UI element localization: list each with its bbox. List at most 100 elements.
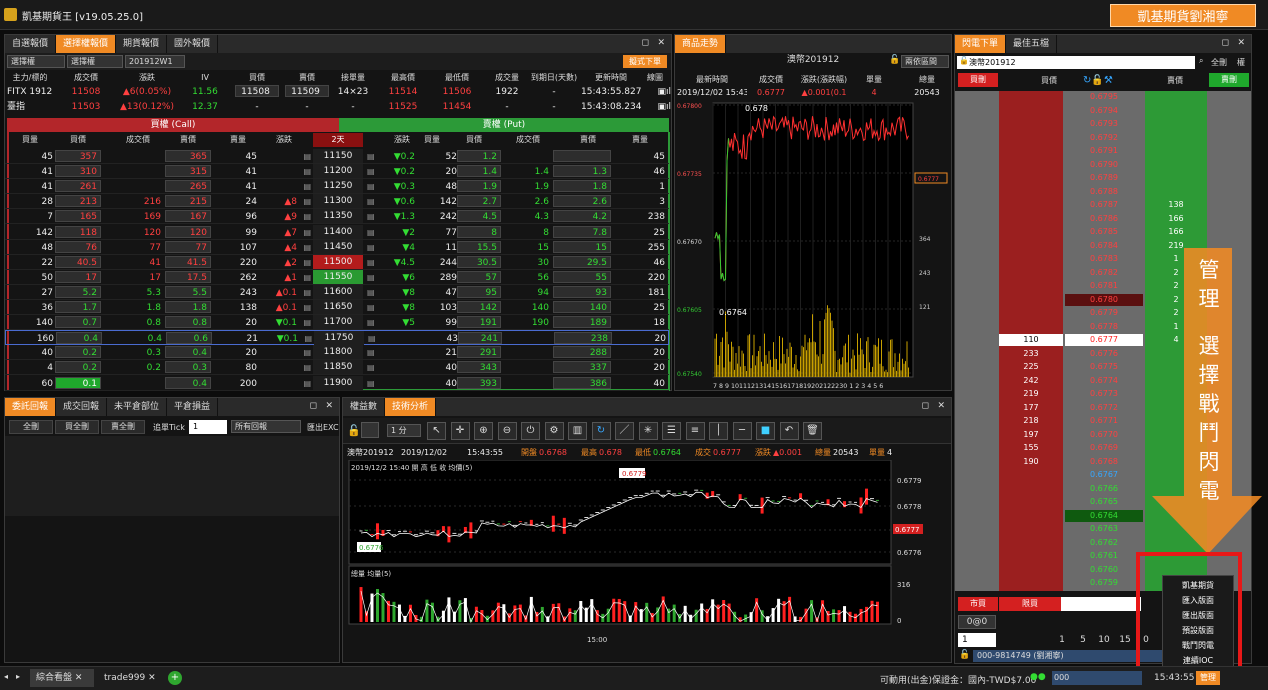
order-icon[interactable]: ▤ xyxy=(301,226,311,240)
table-row[interactable]: 45 357 365 45 11150 ▼0.2 52 1.2 45 ▤ ▤ xyxy=(5,149,669,164)
bid-qty[interactable]: 197 xyxy=(999,429,1063,441)
chain-cell[interactable]: 8 xyxy=(457,225,501,238)
channel-icon[interactable]: ≡ xyxy=(685,422,705,440)
tab-order-0[interactable]: 閃電下單 xyxy=(955,35,1007,53)
chain-cell[interactable]: 77 xyxy=(165,240,211,253)
chain-cell[interactable]: 213 xyxy=(55,195,101,208)
ladder-price[interactable]: 0.6759 xyxy=(1065,577,1143,589)
order-icon[interactable]: ▤ xyxy=(301,346,311,360)
chain-cell[interactable]: 393 xyxy=(457,376,501,389)
tab-quote-0[interactable]: 自選報價 xyxy=(5,35,57,53)
order-icon[interactable]: ▤ xyxy=(367,286,377,300)
ladder-price[interactable]: 0.6779 xyxy=(1065,307,1143,319)
ladder-price[interactable]: 0.6784 xyxy=(1065,240,1143,252)
bid-qty[interactable]: 219 xyxy=(999,388,1063,400)
chain-cell[interactable]: 386 xyxy=(553,376,611,389)
chain-cell[interactable]: 17 xyxy=(55,270,101,283)
export-button[interactable]: 匯出EXC xyxy=(307,422,339,433)
chain-cell[interactable]: 0.3 xyxy=(165,361,211,374)
type-select[interactable]: 選擇權 xyxy=(7,55,65,68)
menu-item[interactable]: 凱基期貨 xyxy=(1163,578,1233,593)
chain-cell[interactable]: 5.5 xyxy=(165,285,211,298)
chain-cell[interactable]: 2.6 xyxy=(553,195,611,208)
order-icon[interactable]: ▤ xyxy=(301,256,311,270)
tab-order-1[interactable]: 最佳五檔 xyxy=(1006,35,1058,53)
strike-price[interactable]: 11700 xyxy=(313,315,363,330)
bid-qty[interactable]: 110 xyxy=(999,334,1063,346)
chain-cell[interactable]: 0.6 xyxy=(166,332,212,345)
ladder-price[interactable]: 0.6761 xyxy=(1065,550,1143,562)
entrust-button[interactable]: 賣全刪 xyxy=(101,420,145,434)
strike-price[interactable]: 11750 xyxy=(314,331,364,346)
chain-cell[interactable]: 93 xyxy=(553,285,611,298)
bid-qty[interactable]: 218 xyxy=(999,415,1063,427)
chain-cell[interactable]: 30.5 xyxy=(457,255,501,268)
ladder-price[interactable]: 0.6790 xyxy=(1065,159,1143,171)
gear-icon[interactable]: ⚙ xyxy=(544,422,564,440)
limit-buy-button[interactable]: 限買 xyxy=(999,597,1061,611)
market-buy-button[interactable]: 市買 xyxy=(958,597,998,611)
order-icon[interactable]: ▤ xyxy=(301,271,311,285)
ladder-price[interactable]: 0.6774 xyxy=(1065,375,1143,387)
table-row[interactable]: 7 165 169 167 96 ▲9 11350 ▼1.3 242 4.5 4.3 4.2 238 ▤ ▤ xyxy=(5,209,669,225)
ladder-price[interactable]: 0.6792 xyxy=(1065,132,1143,144)
close-icon[interactable]: ✕ xyxy=(325,401,333,411)
ladder-price[interactable]: 0.6765 xyxy=(1065,496,1143,508)
close-icon[interactable]: ✕ xyxy=(1237,38,1245,48)
period-select[interactable]: 1 分 xyxy=(387,424,421,437)
chain-cell[interactable]: 0.2 xyxy=(55,346,101,359)
chain-cell[interactable] xyxy=(553,150,611,162)
table-row[interactable]: 60 0.1 0.4 200 11900 40 393 386 40 ▤ ▤ xyxy=(5,375,669,391)
order-icon[interactable]: ▤ xyxy=(367,377,377,391)
color-icon[interactable]: ■ xyxy=(756,422,775,440)
strike-price[interactable]: 11350 xyxy=(313,209,363,224)
ladder-price[interactable]: 0.6795 xyxy=(1065,91,1143,103)
chain-cell[interactable]: 118 xyxy=(55,225,101,238)
ladder-price[interactable]: 0.6773 xyxy=(1065,388,1143,400)
ladder-price[interactable]: 0.6787 xyxy=(1065,199,1143,211)
chain-cell[interactable]: 95 xyxy=(457,285,501,298)
cancel-all-button[interactable]: 全刪 xyxy=(1211,57,1227,68)
order-icon[interactable]: ▤ xyxy=(367,256,377,270)
chain-cell[interactable]: 55 xyxy=(553,270,611,283)
maximize-icon[interactable]: ◻ xyxy=(1222,38,1229,48)
search-icon[interactable]: ⌕ xyxy=(1199,56,1203,66)
chart-icon[interactable]: ▣ıl xyxy=(647,100,671,114)
table-row[interactable]: 27 5.2 5.3 5.5 243 ▲0.1 11600 ▼8 47 95 94 93 181 ▤ ▤ xyxy=(5,284,669,300)
ladder-price[interactable]: 0.6788 xyxy=(1065,186,1143,198)
order-icon[interactable]: ▤ xyxy=(367,150,377,164)
table-row[interactable]: 48 76 77 77 107 ▲4 11450 ▼4 11 15.5 15 15 255 ▤ ▤ xyxy=(5,239,669,255)
ladder-price[interactable]: 0.6775 xyxy=(1065,361,1143,373)
ladder-price[interactable]: 0.6793 xyxy=(1065,118,1143,130)
strike-price[interactable]: 11450 xyxy=(313,239,363,254)
ladder-price[interactable]: 0.6776 xyxy=(1065,348,1143,360)
menu-item[interactable]: 匯入版面 xyxy=(1163,593,1233,608)
chain-cell[interactable]: 0.4 xyxy=(56,332,102,345)
ladder-price[interactable]: 0.6772 xyxy=(1065,402,1143,414)
ladder-price[interactable]: 0.6785 xyxy=(1065,226,1143,238)
ladder-price[interactable]: 0.6782 xyxy=(1065,267,1143,279)
manage-button[interactable]: 管理 xyxy=(1196,671,1220,685)
ladder-price[interactable]: 0.6780 xyxy=(1065,293,1143,306)
chain-cell[interactable]: 4.5 xyxy=(457,210,501,223)
order-icon[interactable]: ▤ xyxy=(367,195,377,209)
chain-cell[interactable]: 215 xyxy=(165,195,211,208)
order-icon[interactable]: ▤ xyxy=(301,210,311,224)
tab-entrust-2[interactable]: 未平倉部位 xyxy=(107,398,168,416)
tab-quote-1[interactable]: 選擇權報價 xyxy=(56,35,117,53)
trad-order-button[interactable]: 擬式下單 xyxy=(623,55,667,68)
chain-cell[interactable]: 0.1 xyxy=(55,376,101,389)
menu-item[interactable]: 匯出版面 xyxy=(1163,608,1233,623)
ladder-price[interactable]: 0.6767 xyxy=(1065,469,1143,481)
mode-button[interactable]: 權 xyxy=(1237,57,1245,68)
chain-cell[interactable]: 0.7 xyxy=(55,316,101,329)
chain-cell[interactable]: 0.4 xyxy=(165,376,211,389)
table-row[interactable]: 41 310 315 41 11200 ▼0.2 20 1.4 1.4 1.3 46 ▤ ▤ xyxy=(5,164,669,180)
order-icon[interactable]: ▤ xyxy=(301,150,311,164)
table-row[interactable]: 22 40.5 41 41.5 220 ▲2 11500 ▼4.5 244 30.5 30 29.5 4… xyxy=(5,254,669,270)
order-icon[interactable]: ▤ xyxy=(367,241,377,255)
pointer-icon[interactable]: ↖ xyxy=(427,422,446,440)
filter-select[interactable]: 所有回報 xyxy=(231,420,301,433)
chain-cell[interactable]: 41.5 xyxy=(165,255,211,268)
maximize-icon[interactable]: ◻ xyxy=(310,401,317,411)
